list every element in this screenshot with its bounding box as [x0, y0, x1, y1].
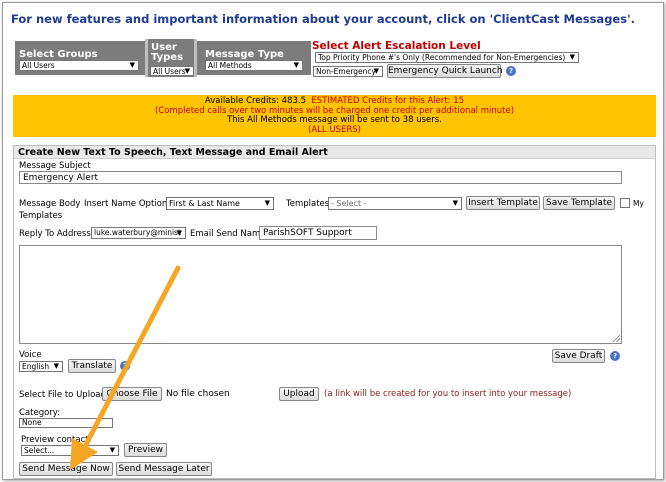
escalation-title: Select Alert Escalation Level [312, 40, 481, 52]
priority-select-value: Top Priority Phone #'s Only (Recommended… [318, 53, 566, 62]
draft-help-icon[interactable]: ? [610, 351, 620, 361]
insert-name-select[interactable]: First & Last Name ▼ [166, 197, 274, 210]
my-label: My [633, 199, 644, 208]
choose-file-button[interactable]: Choose File [102, 387, 162, 401]
subject-input[interactable]: Emergency Alert [19, 171, 622, 184]
reply-to-value: luke.waterbury@minist [94, 228, 181, 237]
message-type-select-value: All Methods [208, 61, 252, 70]
email-send-name-input[interactable]: ParishSOFT Support [259, 226, 377, 240]
user-types-label: User Types [151, 42, 184, 63]
upload-button[interactable]: Upload [279, 387, 319, 401]
insert-template-button[interactable]: Insert Template [466, 196, 540, 210]
file-upload-label: Select File to Upload [19, 390, 106, 400]
resize-grip-icon[interactable] [613, 335, 620, 342]
insert-name-value: First & Last Name [169, 199, 240, 208]
category-label: Category: [19, 408, 61, 418]
reply-to-select[interactable]: luke.waterbury@minist ▼ [91, 227, 186, 239]
chevron-down-icon: ▼ [129, 61, 135, 69]
chevron-down-icon: ▼ [176, 229, 182, 237]
user-types-select[interactable]: All Users ▼ [150, 66, 194, 76]
escalation-level-select[interactable]: Non-Emergency ▼ [313, 66, 383, 77]
preview-contact-select[interactable]: Select... ▼ [21, 445, 119, 456]
send-message-now-button[interactable]: Send Message Now [19, 462, 113, 476]
chevron-down-icon: ▼ [373, 67, 379, 75]
upload-note: (a link will be created for you to inser… [324, 389, 572, 399]
send-message-later-button[interactable]: Send Message Later [116, 462, 212, 476]
translate-button[interactable]: Translate [68, 359, 116, 373]
email-send-name-label: Email Send Name: [190, 229, 269, 239]
groups-select-value: All Users [22, 61, 55, 70]
reply-to-label: Reply To Address: [19, 229, 94, 239]
escalation-level-value: Non-Emergency [316, 67, 376, 76]
audience-note: (ALL USERS) [308, 124, 361, 135]
available-credits-label: Available Credits: [204, 96, 282, 106]
help-icon[interactable]: ? [506, 66, 516, 76]
chevron-down-icon: ▼ [109, 446, 115, 454]
category-select[interactable]: None [19, 418, 113, 428]
insert-name-label: Insert Name Options: [84, 199, 175, 209]
available-credits-value: 483.5 [281, 96, 306, 106]
voice-select-value: English [22, 362, 50, 371]
message-body-textarea[interactable] [19, 245, 622, 344]
save-draft-button[interactable]: Save Draft [552, 349, 605, 363]
panel-title: Create New Text To Speech, Text Message … [14, 146, 655, 159]
body-label: Message Body [19, 199, 81, 209]
preview-contact-value: Select... [24, 446, 55, 455]
priority-select[interactable]: Top Priority Phone #'s Only (Recommended… [315, 52, 579, 63]
chevron-down-icon: ▼ [293, 61, 299, 69]
message-type-label: Message Type [205, 49, 284, 60]
estimated-credits-label: ESTIMATED Credits for this Alert: [311, 96, 454, 106]
voice-select[interactable]: English ▼ [19, 361, 63, 372]
clientcast-notice[interactable]: For new features and important informati… [11, 12, 635, 26]
app-frame: For new features and important informati… [2, 2, 664, 480]
user-types-select-value: All Users [153, 67, 186, 76]
credits-banner: Available Credits: 483.5 ESTIMATED Credi… [13, 95, 656, 137]
templates-select-value: - Select - [331, 199, 367, 208]
chevron-down-icon: ▼ [452, 199, 458, 207]
templates-suffix-label: Templates [19, 211, 63, 221]
my-templates-checkbox[interactable] [620, 198, 630, 208]
groups-select[interactable]: All Users ▼ [19, 60, 139, 71]
save-template-button[interactable]: Save Template [543, 196, 615, 210]
chevron-down-icon: ▼ [184, 67, 190, 75]
filter-bar: Select Groups All Users ▼ User Types All… [15, 39, 311, 77]
voice-help-icon[interactable]: ? [120, 361, 130, 371]
preview-contact-label: Preview contact: [21, 435, 92, 445]
message-type-select[interactable]: All Methods ▼ [205, 60, 303, 71]
estimated-credits-value: 15 [453, 96, 465, 106]
create-alert-panel: Create New Text To Speech, Text Message … [13, 145, 656, 479]
templates-label: Templates: [286, 199, 333, 209]
subject-label: Message Subject [19, 161, 91, 171]
voice-label: Voice [19, 350, 42, 360]
chevron-down-icon: ▼ [53, 362, 59, 370]
category-select-value: None [22, 418, 42, 427]
chevron-down-icon: ▼ [264, 199, 270, 207]
groups-label: Select Groups [19, 49, 98, 60]
no-file-chosen-text: No file chosen [166, 389, 230, 399]
templates-select[interactable]: - Select - ▼ [328, 197, 462, 210]
preview-button[interactable]: Preview [124, 443, 167, 457]
chevron-down-icon: ▼ [569, 53, 575, 61]
emergency-quick-launch-button[interactable]: Emergency Quick Launch [387, 64, 503, 78]
